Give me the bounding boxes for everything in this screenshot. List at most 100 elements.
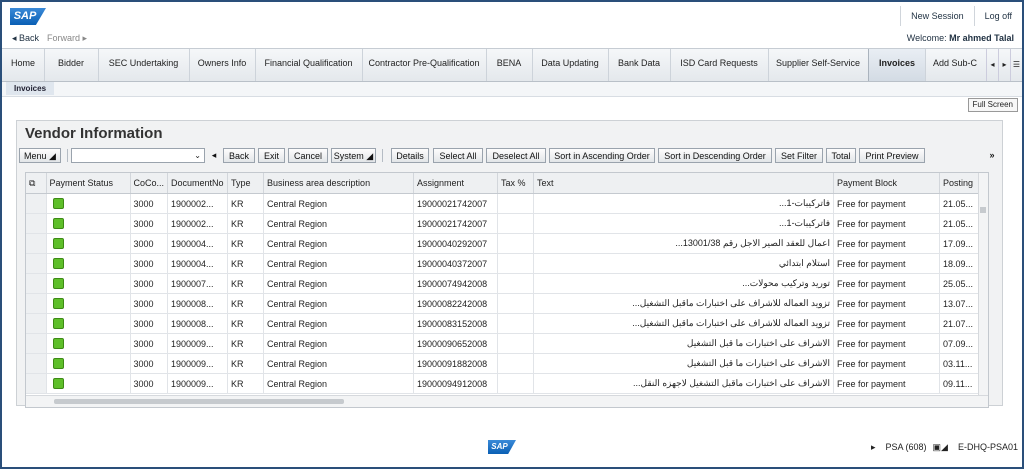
cell-posting: 03.11... — [939, 353, 982, 374]
cell-payment-block: Free for payment — [833, 273, 941, 294]
details-button[interactable]: Details — [391, 148, 429, 163]
select-all-rows-icon[interactable]: ⧉ — [26, 173, 47, 194]
cell-type: KR — [227, 353, 265, 374]
cell-payment-block: Free for payment — [833, 313, 941, 334]
row-selector[interactable] — [26, 193, 47, 214]
tab-scroll-right-icon[interactable]: ▸ — [998, 49, 1010, 81]
tab-home[interactable]: Home — [2, 49, 45, 81]
vertical-scrollbar[interactable] — [978, 173, 988, 395]
tab-supplier-self-service[interactable]: Supplier Self-Service — [768, 49, 869, 81]
cell-company-code: 3000 — [130, 193, 169, 214]
row-selector[interactable] — [26, 273, 47, 294]
history-back-button[interactable]: ◂ Back — [12, 33, 39, 44]
status-expand-icon[interactable]: ▸ — [871, 442, 876, 453]
sort-ascending-button[interactable]: Sort in Ascending Order — [549, 148, 655, 163]
new-session-link[interactable]: New Session — [900, 6, 974, 26]
cell-document-no: 1900009... — [167, 353, 229, 374]
col-tax[interactable]: Tax % — [497, 173, 535, 194]
cell-type: KR — [227, 233, 265, 254]
print-preview-button[interactable]: Print Preview — [859, 148, 925, 163]
col-text[interactable]: Text — [533, 173, 835, 194]
cell-assignment: 19000091882008 — [413, 353, 499, 374]
table-row[interactable]: 3000 1900008... KR Central Region 1900008224… — [26, 293, 982, 314]
cell-payment-status — [46, 313, 131, 334]
exit-button[interactable]: Exit — [258, 148, 285, 163]
col-payment-block[interactable]: Payment Block — [833, 173, 941, 194]
row-selector[interactable] — [26, 333, 47, 354]
total-button[interactable]: Total — [826, 148, 856, 163]
tab-data-updating[interactable]: Data Updating — [532, 49, 609, 81]
tab-financial-qualification[interactable]: Financial Qualification — [255, 49, 363, 81]
row-selector[interactable] — [26, 353, 47, 374]
full-screen-button[interactable]: Full Screen — [967, 98, 1018, 112]
welcome-text: Welcome: Mr ahmed Talal — [907, 33, 1014, 43]
table-row[interactable]: 3000 1900009... KR Central Region 1900009065… — [26, 333, 982, 354]
menu-button[interactable]: Menu ◢ — [19, 148, 61, 163]
table-row[interactable]: 3000 1900002... KR Central Region 1900002174… — [26, 193, 982, 214]
col-business-area[interactable]: Business area description — [263, 173, 415, 194]
col-assignment[interactable]: Assignment — [413, 173, 499, 194]
table-row[interactable]: 3000 1900008... KR Central Region 1900008315… — [26, 313, 982, 334]
select-all-button[interactable]: Select All — [433, 148, 483, 163]
tab-bena[interactable]: BENA — [486, 49, 533, 81]
system-info: PSA (608) — [885, 442, 927, 452]
deselect-all-button[interactable]: Deselect All — [486, 148, 546, 163]
horizontal-scroll-thumb[interactable] — [54, 399, 344, 404]
sort-descending-button[interactable]: Sort in Descending Order — [658, 148, 772, 163]
cell-assignment: 19000040372007 — [413, 253, 499, 274]
table-row[interactable]: 3000 1900004... KR Central Region 1900004037… — [26, 253, 982, 274]
cell-assignment: 19000082242008 — [413, 293, 499, 314]
status-options-icon[interactable]: ▣◢ — [933, 442, 948, 453]
cell-payment-status — [46, 253, 131, 274]
row-selector[interactable] — [26, 313, 47, 334]
col-posting[interactable]: Posting — [939, 173, 982, 194]
vertical-scroll-thumb[interactable] — [980, 207, 986, 213]
chevron-down-icon: ⌄ — [194, 151, 201, 160]
command-select[interactable]: ⌄ — [71, 148, 205, 163]
tab-sec-undertaking[interactable]: SEC Undertaking — [98, 49, 190, 81]
tab-scroll-left-icon[interactable]: ◂ — [986, 49, 998, 81]
back-button[interactable]: Back — [223, 148, 255, 163]
cell-text: فاتركيبات-1... — [533, 193, 835, 214]
tab-bidder[interactable]: Bidder — [44, 49, 99, 81]
cell-company-code: 3000 — [130, 333, 169, 354]
col-company-code[interactable]: CoCo... — [130, 173, 169, 194]
row-selector[interactable] — [26, 293, 47, 314]
cell-tax — [497, 313, 535, 334]
set-filter-button[interactable]: Set Filter — [775, 148, 823, 163]
cell-company-code: 3000 — [130, 353, 169, 374]
cell-business-area: Central Region — [263, 333, 415, 354]
history-forward-button[interactable]: Forward ▸ — [47, 33, 87, 44]
tab-add-sub-c[interactable]: Add Sub-C — [924, 49, 987, 81]
table-row[interactable]: 3000 1900004... KR Central Region 1900004029… — [26, 233, 982, 254]
row-selector[interactable] — [26, 233, 47, 254]
tab-contractor-pre-qualification[interactable]: Contractor Pre-Qualification — [362, 49, 487, 81]
cell-posting: 21.05... — [939, 193, 982, 214]
row-selector[interactable] — [26, 253, 47, 274]
col-payment-status[interactable]: Payment Status — [46, 173, 131, 194]
more-icon[interactable]: » — [985, 148, 999, 163]
horizontal-scrollbar[interactable] — [26, 395, 988, 407]
row-selector[interactable] — [26, 373, 47, 394]
tab-isd-card-requests[interactable]: ISD Card Requests — [670, 49, 769, 81]
system-button[interactable]: System ◢ — [331, 148, 376, 163]
cell-tax — [497, 233, 535, 254]
row-selector[interactable] — [26, 213, 47, 234]
tab-bank-data[interactable]: Bank Data — [608, 49, 671, 81]
table-row[interactable]: 3000 1900007... KR Central Region 1900007494… — [26, 273, 982, 294]
subtab-invoices[interactable]: Invoices — [6, 82, 55, 95]
cell-assignment: 19000090652008 — [413, 333, 499, 354]
cell-text: استلام ابتدائي — [533, 253, 835, 274]
cancel-button[interactable]: Cancel — [288, 148, 328, 163]
table-row[interactable]: 3000 1900002... KR Central Region 1900002174… — [26, 213, 982, 234]
cell-text: فاتركيبات-1... — [533, 213, 835, 234]
tab-invoices[interactable]: Invoices — [868, 49, 926, 81]
col-document-no[interactable]: DocumentNo — [167, 173, 229, 194]
toolbar-back-arrow-icon[interactable]: ◂ — [207, 148, 221, 163]
tab-owners-info[interactable]: Owners Info — [189, 49, 256, 81]
table-row[interactable]: 3000 1900009... KR Central Region 1900009188… — [26, 353, 982, 374]
table-row[interactable]: 3000 1900009... KR Central Region 1900009491… — [26, 373, 982, 394]
log-off-link[interactable]: Log off — [973, 6, 1022, 26]
tab-list-icon[interactable]: ☰ — [1010, 49, 1022, 81]
col-type[interactable]: Type — [227, 173, 265, 194]
